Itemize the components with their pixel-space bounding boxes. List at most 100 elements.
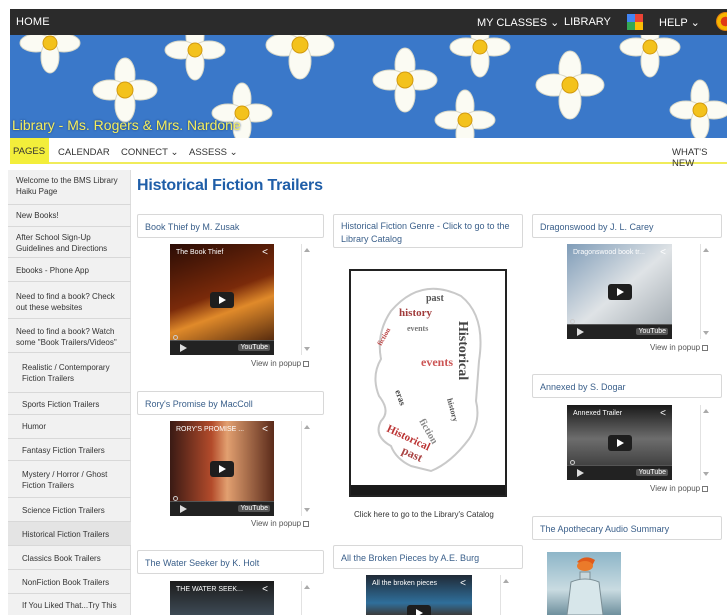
video-controls: YouTube — [170, 501, 274, 516]
external-link-icon — [702, 345, 709, 351]
help-menu[interactable]: HELP ⌄ — [659, 16, 700, 29]
tab-whats-new[interactable]: WHAT'S NEW — [672, 147, 727, 169]
scrollbar[interactable] — [301, 581, 311, 615]
video-title: Dragonswood book tr... — [573, 249, 645, 256]
video-title: RORY'S PROMISE ... — [176, 426, 245, 433]
word-cloud-art: history past events Historical fiction e… — [374, 287, 482, 473]
share-icon[interactable]: < — [660, 247, 666, 258]
tab-connect[interactable]: CONNECT ⌄ — [121, 147, 178, 158]
scrollbar[interactable] — [500, 575, 510, 615]
external-link-icon — [702, 486, 709, 492]
scroll-up-icon[interactable] — [304, 425, 310, 429]
svg-text:history: history — [399, 307, 433, 319]
scroll-down-icon[interactable] — [304, 508, 310, 512]
scroll-up-icon[interactable] — [304, 585, 310, 589]
play-icon[interactable] — [607, 434, 632, 451]
scrollbar[interactable] — [700, 244, 710, 339]
catalog-link[interactable]: Click here to go to the Library's Catalo… — [354, 510, 494, 519]
video-annexed[interactable]: Annexed Trailer < YouTube — [567, 405, 672, 480]
sidebar-item-after-school[interactable]: After School Sign-Up Guidelines and Dire… — [8, 227, 131, 258]
scroll-down-icon[interactable] — [703, 472, 709, 476]
sidebar-item-science-fiction[interactable]: Science Fiction Trailers — [8, 498, 131, 522]
video-water-seeker[interactable]: THE WATER SEEK... < — [170, 581, 274, 615]
chevron-down-icon: ⌄ — [690, 17, 700, 29]
sidebar-item-humor[interactable]: Humor — [8, 415, 131, 439]
sidebar-item-fantasy[interactable]: Fantasy Fiction Trailers — [8, 439, 131, 461]
widget-header-apothecary: The Apothecary Audio Summary — [532, 516, 722, 540]
play-button[interactable] — [577, 469, 584, 477]
play-icon[interactable] — [210, 291, 234, 308]
scroll-up-icon[interactable] — [503, 579, 509, 583]
sidebar-item-new-books[interactable]: New Books! — [8, 205, 131, 227]
youtube-logo-icon[interactable]: YouTube — [636, 328, 668, 335]
page-title: Historical Fiction Trailers — [137, 177, 323, 194]
sidebar-item-if-you-liked[interactable]: If You Liked That...Try This — [8, 594, 131, 615]
widget-header-water-seeker: The Water Seeker by K. Holt — [137, 550, 324, 574]
scroll-down-icon[interactable] — [304, 347, 310, 351]
scroll-up-icon[interactable] — [304, 248, 310, 252]
tab-calendar[interactable]: CALENDAR — [58, 147, 110, 158]
share-icon[interactable]: < — [660, 408, 666, 419]
historical-fiction-word-cloud-image[interactable]: history past events Historical fiction e… — [349, 269, 507, 497]
sidebar-item-sports[interactable]: Sports Fiction Trailers — [8, 393, 131, 415]
video-rorys-promise[interactable]: RORY'S PROMISE ... < YouTube — [170, 421, 274, 516]
apothecary-cover-image[interactable] — [547, 552, 621, 615]
video-broken-pieces[interactable]: All the broken pieces < — [366, 575, 472, 615]
play-button[interactable] — [180, 505, 187, 513]
share-icon[interactable]: < — [262, 424, 268, 435]
play-button[interactable] — [577, 328, 584, 336]
sidebar-item-book-trailers[interactable]: Need to find a book? Watch some "Book Tr… — [8, 319, 131, 353]
share-icon[interactable]: < — [262, 584, 268, 595]
sidebar-item-welcome[interactable]: Welcome to the BMS Library Haiku Page — [8, 173, 131, 205]
tab-pages[interactable]: PAGES — [10, 138, 50, 164]
sidebar-item-websites[interactable]: Need to find a book? Check out these web… — [8, 282, 131, 319]
play-icon[interactable] — [210, 460, 234, 477]
chevron-down-icon: ⌄ — [550, 17, 560, 29]
play-icon[interactable] — [607, 283, 632, 300]
view-in-popup-link[interactable]: View in popup — [650, 484, 709, 493]
tab-assess[interactable]: ASSESS ⌄ — [189, 147, 238, 158]
widget-header-historical-genre: Historical Fiction Genre - Click to go t… — [333, 214, 523, 248]
scrollbar[interactable] — [301, 421, 311, 516]
sidebar-item-historical-fiction[interactable]: Historical Fiction Trailers — [8, 522, 131, 546]
video-title: Annexed Trailer — [573, 410, 623, 417]
view-in-popup-link[interactable]: View in popup — [251, 519, 310, 528]
sun-avatar-icon[interactable] — [716, 12, 727, 31]
scrollbar[interactable] — [301, 244, 311, 355]
chevron-down-icon: ⌄ — [229, 147, 238, 158]
library-link[interactable]: LIBRARY — [564, 16, 611, 28]
scroll-up-icon[interactable] — [703, 248, 709, 252]
view-in-popup-link[interactable]: View in popup — [650, 343, 709, 352]
google-apps-icon[interactable] — [627, 14, 643, 30]
widget-header-dragonswood: Dragonswood by J. L. Carey — [532, 214, 722, 238]
scrollbar[interactable] — [700, 405, 710, 480]
sidebar-item-ebooks[interactable]: Ebooks - Phone App — [8, 258, 131, 282]
scroll-down-icon[interactable] — [703, 331, 709, 335]
banner-title: Library - Ms. Rogers & Mrs. Nardone — [12, 117, 241, 133]
widget-header-broken-pieces: All the Broken Pieces by A.E. Burg — [333, 545, 523, 569]
sidebar-item-mystery[interactable]: Mystery / Horror / Ghost Fiction Trailer… — [8, 461, 131, 498]
sidebar-item-classics[interactable]: Classics Book Trailers — [8, 546, 131, 570]
share-icon[interactable]: < — [262, 247, 268, 258]
bird-bottle-art — [566, 557, 604, 615]
youtube-logo-icon[interactable]: YouTube — [238, 505, 270, 512]
sidebar-item-realistic[interactable]: Realistic / Contemporary Fiction Trailer… — [8, 353, 131, 393]
video-book-thief[interactable]: The Book Thief < YouTube — [170, 244, 274, 355]
play-button[interactable] — [180, 344, 187, 352]
image-footer — [351, 485, 505, 495]
sidebar-item-nonfiction[interactable]: NonFiction Book Trailers — [8, 570, 131, 594]
play-icon[interactable] — [407, 605, 431, 615]
sidebar: Welcome to the BMS Library Haiku Page Ne… — [8, 170, 131, 615]
video-controls: YouTube — [567, 465, 672, 480]
svg-text:eras: eras — [393, 388, 408, 407]
home-link[interactable]: HOME — [16, 16, 50, 28]
youtube-logo-icon[interactable]: YouTube — [636, 469, 668, 476]
share-icon[interactable]: < — [460, 578, 466, 589]
video-title: The Book Thief — [176, 249, 224, 256]
view-in-popup-link[interactable]: View in popup — [251, 359, 310, 368]
svg-text:Historical: Historical — [455, 321, 470, 380]
scroll-up-icon[interactable] — [703, 409, 709, 413]
my-classes-menu[interactable]: MY CLASSES ⌄ — [477, 16, 559, 29]
video-dragonswood[interactable]: Dragonswood book tr... < YouTube — [567, 244, 672, 339]
youtube-logo-icon[interactable]: YouTube — [238, 344, 270, 351]
